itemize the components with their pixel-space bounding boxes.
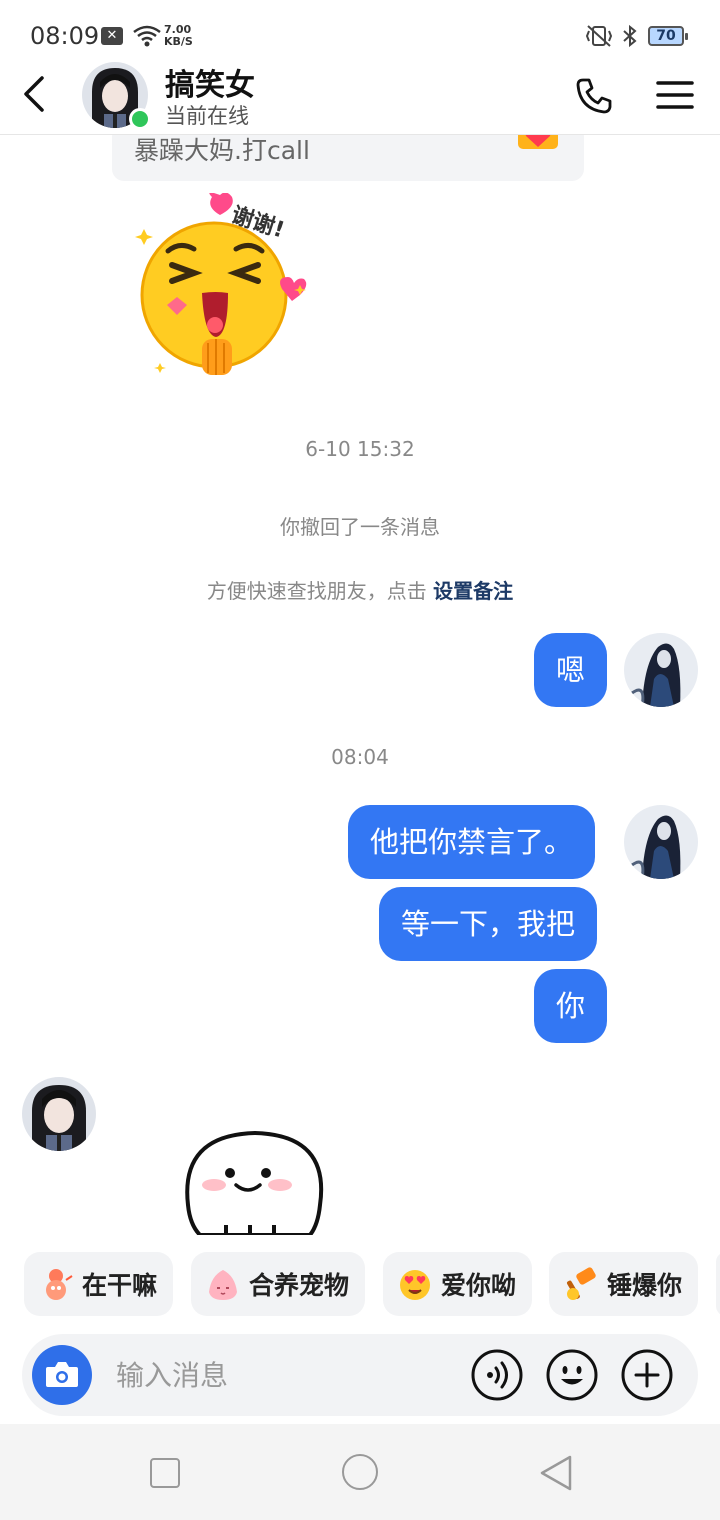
set-remark-link[interactable]: 设置备注: [433, 579, 513, 603]
smile-blob-sticker[interactable]: [180, 1125, 330, 1235]
contact-status: 当前在线: [165, 104, 249, 128]
remark-hint: 方便快速查找朋友，点击 设置备注: [0, 575, 720, 604]
quick-reply-label: 在干嘛: [82, 1271, 158, 1300]
camera-button[interactable]: [32, 1345, 92, 1405]
notification-x-icon: ✕: [101, 27, 123, 45]
quick-reply-label: 锤爆你: [607, 1271, 683, 1300]
gift-heart-icon: [518, 135, 558, 149]
emoji-icon[interactable]: [545, 1348, 599, 1402]
doll-emoji-icon: [46, 1269, 73, 1300]
voice-icon[interactable]: [470, 1348, 524, 1402]
quick-reply-label: 爱你呦: [441, 1271, 517, 1300]
recent-apps-button[interactable]: [150, 1458, 180, 1488]
remark-hint-text: 方便快速查找朋友，点击: [206, 579, 427, 603]
contact-name[interactable]: 搞笑女: [165, 60, 255, 104]
my-message-bubble[interactable]: 你: [534, 969, 608, 1043]
back-arrow-icon[interactable]: [18, 74, 54, 114]
thanks-emoji-sticker[interactable]: 谢谢!: [132, 193, 312, 389]
network-speed: 7.00 KB/S: [164, 24, 193, 48]
battery-indicator: 70: [648, 26, 688, 46]
menu-icon[interactable]: [656, 78, 694, 112]
system-nav-bar: [0, 1424, 720, 1520]
vibrate-icon: [585, 25, 613, 47]
camera-icon: [46, 1362, 78, 1387]
quick-reply-chip-more[interactable]: [716, 1252, 720, 1316]
quick-reply-chip[interactable]: 合养宠物: [191, 1252, 366, 1316]
contact-message-avatar[interactable]: [22, 1077, 96, 1151]
timestamp: 08:04: [331, 745, 389, 769]
message-input[interactable]: [116, 1350, 446, 1400]
quick-reply-label: 合养宠物: [249, 1271, 350, 1300]
chat-header: 搞笑女 当前在线: [0, 60, 720, 135]
status-bar: 08:09 ✕ 7.00 KB/S 70: [0, 0, 720, 60]
network-speed-unit: KB/S: [164, 35, 193, 48]
my-avatar[interactable]: [624, 633, 698, 707]
quick-reply-chip[interactable]: 爱你呦: [383, 1252, 533, 1316]
status-time: 08:09: [30, 22, 100, 50]
my-message-bubble[interactable]: 嗯: [534, 633, 608, 707]
message-list[interactable]: 暴躁大妈.打call 谢谢! 6-10 15:32 你撤回了一条消息 方便快速查…: [0, 135, 720, 1240]
bluetooth-icon: [623, 24, 637, 48]
phone-call-icon[interactable]: [574, 76, 614, 116]
quick-reply-chip[interactable]: 在干嘛: [24, 1252, 174, 1316]
my-message-bubble[interactable]: 他把你禁言了。: [348, 805, 596, 879]
wifi-icon: [133, 25, 161, 47]
my-avatar[interactable]: [624, 805, 698, 879]
home-button[interactable]: [342, 1454, 378, 1490]
timestamp: 6-10 15:32: [305, 437, 415, 461]
my-message-bubble[interactable]: 等一下，我把: [379, 887, 598, 961]
recall-notice: 你撤回了一条消息: [280, 515, 440, 539]
online-status-dot: [129, 108, 151, 130]
pet-egg-icon: [209, 1270, 237, 1300]
nav-back-icon[interactable]: [538, 1454, 574, 1492]
quick-reply-chip[interactable]: 锤爆你: [549, 1252, 699, 1316]
plus-icon[interactable]: [620, 1348, 674, 1402]
heart-eyes-emoji-icon: [400, 1270, 430, 1300]
gift-message-text: 暴躁大妈.打call: [134, 136, 310, 165]
hammer-emoji-icon: [566, 1267, 596, 1300]
gift-message-card[interactable]: 暴躁大妈.打call: [112, 135, 584, 181]
quick-reply-bar: 在干嘛 合养宠物 爱你呦 锤爆你: [0, 1252, 720, 1316]
message-input-bar: [22, 1334, 698, 1416]
